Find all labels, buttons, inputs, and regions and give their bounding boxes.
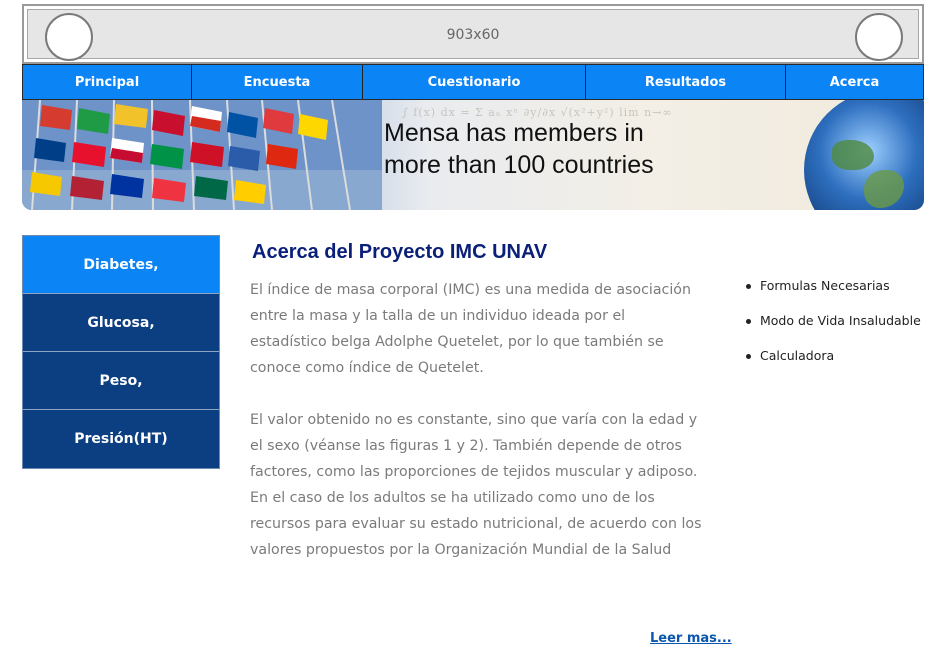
banner-image: ∫ f(x) dx = Σ aₙ xⁿ ∂y/∂x √(x²+y²) lim n…: [22, 100, 924, 210]
content-paragraph-2: El valor obtenido no es constante, sino …: [250, 412, 702, 558]
read-more-link[interactable]: Leer mas...: [650, 631, 732, 646]
main-nav: Principal Encuesta Cuestionario Resultad…: [22, 64, 924, 100]
header-inner: 903x60: [27, 9, 919, 61]
sidebar-menu: Diabetes, Glucosa, Peso, Presión(HT): [22, 235, 220, 469]
page-title: Acerca del Proyecto IMC UNAV: [252, 241, 548, 263]
nav-item-resultados[interactable]: Resultados: [586, 65, 786, 99]
banner-caption: Mensa has members in more than 100 count…: [384, 117, 724, 181]
banner-line-2: more than 100 countries: [384, 151, 654, 179]
nav-item-encuesta[interactable]: Encuesta: [192, 65, 363, 99]
sidebar-item-presion[interactable]: Presión(HT): [23, 410, 219, 468]
nav-item-cuestionario[interactable]: Cuestionario: [363, 65, 586, 99]
header-right-circle: [855, 13, 903, 61]
globe-land: [832, 140, 874, 170]
sidebar-item-glucosa[interactable]: Glucosa,: [23, 294, 219, 352]
header-placeholder: 903x60: [22, 4, 924, 64]
link-modo-de-vida-insaludable[interactable]: Modo de Vida Insaludable: [746, 313, 921, 348]
right-links-list: Formulas Necesarias Modo de Vida Insalud…: [746, 278, 921, 383]
nav-item-acerca[interactable]: Acerca: [786, 65, 923, 99]
sidebar-item-diabetes[interactable]: Diabetes,: [23, 236, 219, 294]
header-placeholder-text: 903x60: [446, 27, 500, 43]
banner-line-1: Mensa has members in: [384, 119, 644, 147]
sidebar-item-peso[interactable]: Peso,: [23, 352, 219, 410]
flags-illustration: [22, 100, 382, 210]
link-calculadora[interactable]: Calculadora: [746, 348, 921, 383]
content-paragraph-1: El índice de masa corporal (IMC) es una …: [250, 282, 691, 376]
nav-item-principal[interactable]: Principal: [23, 65, 192, 99]
link-formulas-necesarias[interactable]: Formulas Necesarias: [746, 278, 921, 313]
